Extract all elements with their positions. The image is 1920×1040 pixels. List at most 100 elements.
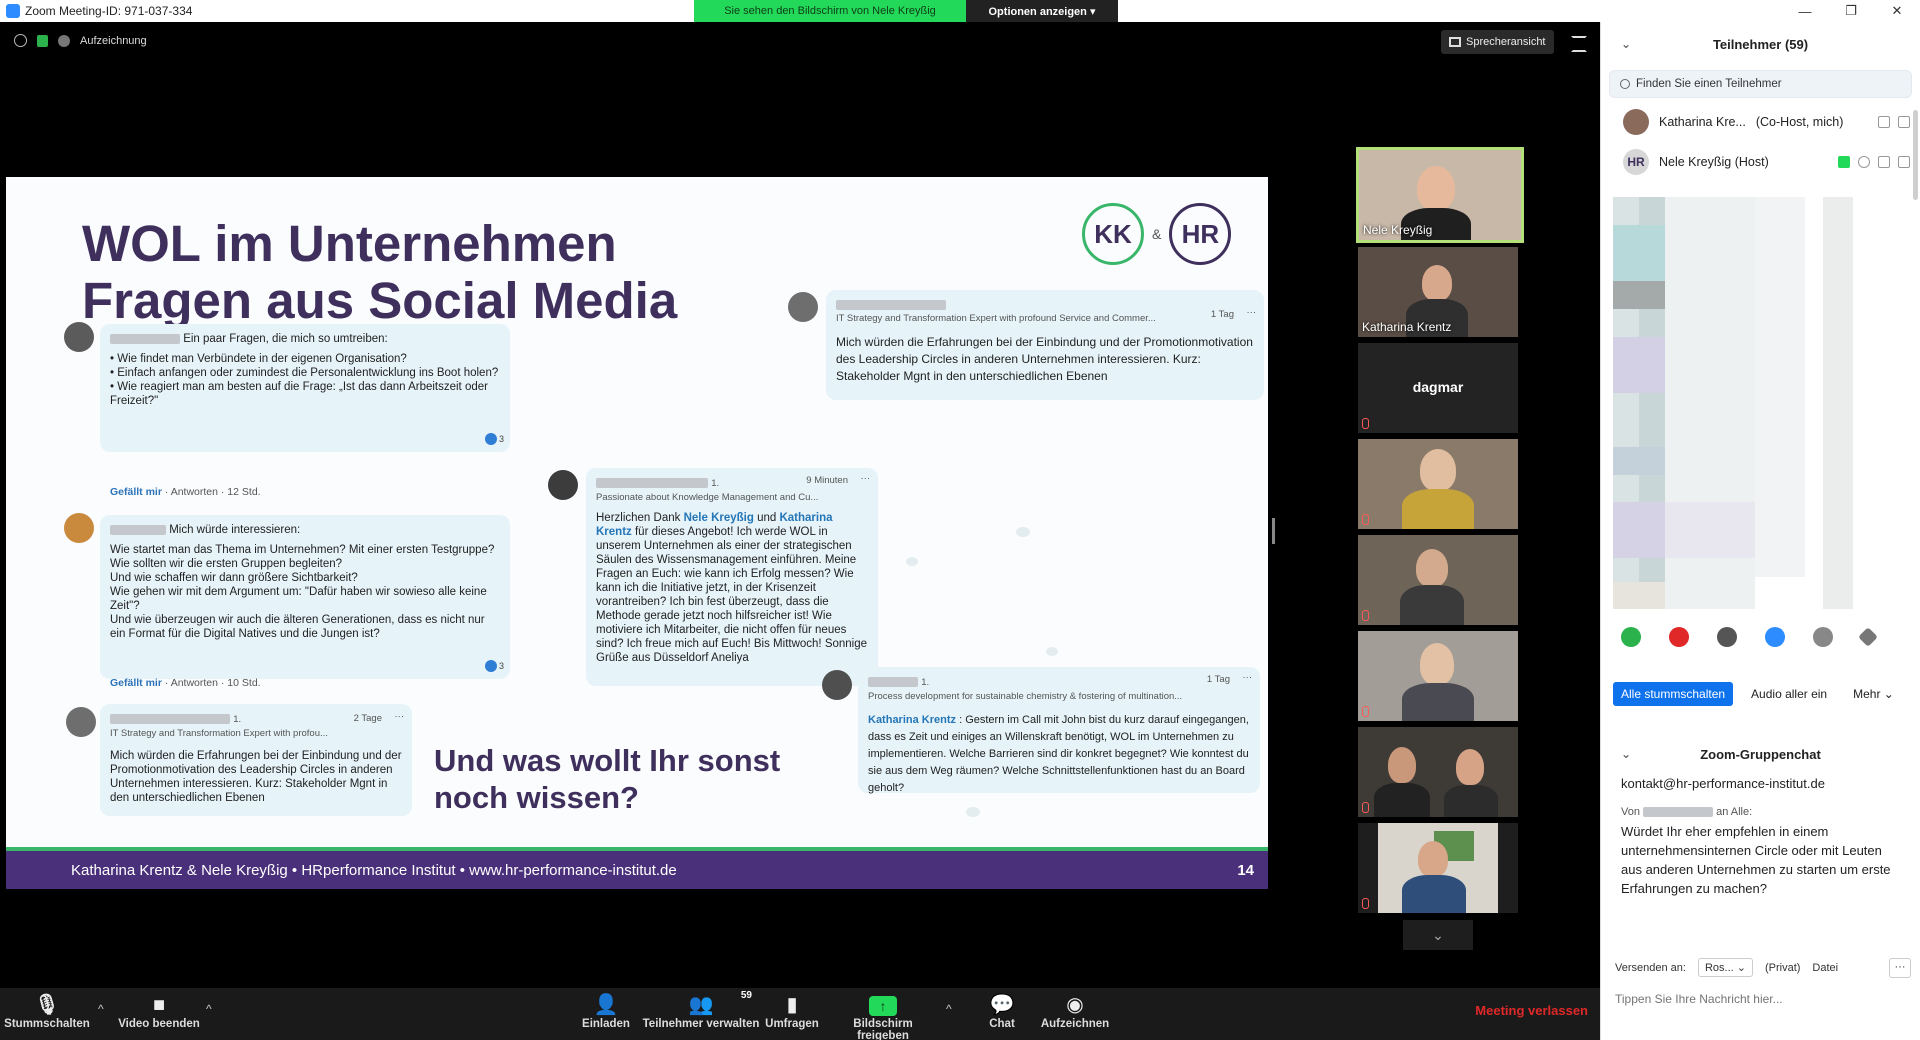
mic-icon[interactable] (1878, 156, 1890, 168)
participant-search[interactable]: Finden Sie einen Teilnehmer (1609, 70, 1912, 98)
recording-icon (58, 34, 70, 47)
like-icon (484, 433, 497, 445)
restore-button[interactable]: ❐ (1828, 3, 1874, 19)
slide-footer: Katharina Krentz & Nele Kreyßig • HRperf… (6, 851, 1268, 889)
tiles-scroll-down-button[interactable]: ⌄ (1403, 920, 1473, 950)
post-5: IT Strategy and Transformation Expert wi… (826, 290, 1264, 400)
mute-button[interactable]: 🎙 Stummschalten (4, 992, 90, 1030)
slide-title-line-2: Fragen aus Social Media (82, 272, 678, 329)
video-tile-participant-5[interactable] (1358, 535, 1518, 625)
mute-all-button[interactable]: Alle stummschalten (1613, 682, 1734, 706)
post-3-avatar (66, 707, 96, 737)
invite-user-icon: 👤 (593, 994, 619, 1016)
stop-video-button[interactable]: ■ Video beenden (114, 992, 204, 1030)
video-options-caret[interactable]: ^ (206, 1002, 212, 1016)
more-feedback-icon[interactable] (1813, 627, 1833, 647)
video-icon[interactable] (1898, 116, 1910, 128)
split-resize-handle[interactable] (1272, 518, 1275, 544)
video-tile-participant-4[interactable] (1358, 439, 1518, 529)
muted-mic-icon (1362, 898, 1369, 909)
slide-title: WOL im Unternehmen Fragen aus Social Med… (82, 215, 677, 329)
clear-feedback-icon[interactable] (1858, 627, 1878, 647)
video-icon[interactable] (1898, 156, 1910, 168)
polls-button[interactable]: ▮ Umfragen (760, 992, 824, 1030)
post-2-author-redacted (110, 524, 166, 535)
more-button[interactable]: Mehr ⌄ (1845, 682, 1902, 706)
view-options-button[interactable]: Optionen anzeigen ▾ (966, 0, 1118, 22)
window-controls: — ❐ ✕ (1600, 0, 1920, 22)
post-1-avatar (64, 322, 94, 352)
send-to-dropdown[interactable]: Ros... ⌄ (1697, 958, 1753, 977)
post-6-author-redacted (868, 676, 918, 687)
video-tile-name: Nele Kreyßig (1363, 223, 1433, 237)
go-slower-icon[interactable] (1717, 627, 1737, 647)
audio-options-caret[interactable]: ^ (98, 1002, 104, 1016)
collapse-chat-icon[interactable]: ⌄ (1621, 747, 1631, 761)
video-tile-katharina[interactable]: Katharina Krentz (1358, 247, 1518, 337)
participant-row-katharina[interactable]: Katharina Kre... (Co-Host, mich) (1601, 102, 1920, 142)
minimize-button[interactable]: — (1782, 4, 1828, 19)
network-node-decoration (1046, 647, 1058, 656)
post-6-time: 1 Tag (1206, 674, 1230, 685)
encryption-lock-icon[interactable] (37, 34, 48, 47)
post-5-avatar (788, 292, 818, 322)
post-4-avatar (548, 470, 578, 500)
chat-sender-redacted (1643, 807, 1714, 818)
unmute-all-button[interactable]: Audio aller ein (1743, 682, 1835, 706)
participants-title: Teilnehmer (59) (1712, 36, 1809, 52)
yes-check-icon[interactable] (1621, 627, 1641, 647)
invite-button[interactable]: 👤 Einladen (578, 992, 634, 1030)
meeting-toolbar: 🎙 Stummschalten ^ ■ Video beenden ^ 👤 Ei… (0, 988, 1600, 1040)
post-6-text: Katharina Krentz : Gestern im Call mit J… (868, 712, 1250, 797)
post-3-more-icon: ··· (394, 711, 405, 722)
participants-panel: ⌄ Teilnehmer (59) Finden Sie einen Teiln… (1600, 22, 1920, 1040)
share-options-caret[interactable]: ^ (946, 1002, 952, 1016)
mic-icon[interactable] (1878, 116, 1890, 128)
slide-logos: KK & HR (1082, 203, 1232, 265)
participant-face (1418, 841, 1448, 877)
info-icon[interactable] (14, 34, 27, 47)
network-node-decoration (906, 557, 918, 566)
post-1: Ein paar Fragen, die mich so umtreiben: … (100, 324, 510, 452)
chat-send-options: Versenden an: Ros... ⌄ (Privat) Datei ··… (1615, 957, 1911, 978)
screen-share-icon (1838, 156, 1850, 168)
post-1-like-link: Gefällt mir (110, 486, 162, 498)
chat-button[interactable]: 💬 Chat (976, 992, 1028, 1030)
share-screen-label: Bildschirm freigeben (853, 1018, 913, 1040)
speaker-view-button[interactable]: Sprecheransicht (1441, 30, 1554, 54)
post-3-time: 2 Tage (353, 713, 382, 724)
close-button[interactable]: ✕ (1874, 3, 1920, 19)
video-camera-icon: ■ (152, 994, 166, 1016)
video-tile-participant-7[interactable] (1358, 727, 1518, 817)
video-tile-participant-6[interactable] (1358, 631, 1518, 721)
participant-list-scrollbar[interactable] (1913, 110, 1918, 200)
chat-more-button[interactable]: ··· (1889, 957, 1911, 978)
go-faster-icon[interactable] (1765, 627, 1785, 647)
video-tile-participant-8[interactable] (1358, 823, 1518, 913)
participant-face (1420, 643, 1454, 685)
video-tile-nele[interactable]: Nele Kreyßig (1356, 147, 1524, 243)
post-6-more-icon: ··· (1242, 672, 1253, 683)
video-tile-dagmar[interactable]: dagmar (1358, 343, 1518, 433)
post-2-lead: Mich würde interessieren: (169, 524, 301, 536)
manage-participants-button[interactable]: 👥 59 Teilnehmer verwalten (640, 990, 762, 1030)
participant-name: Katharina Kre... (1659, 115, 1746, 129)
record-button[interactable]: ◉ Aufzeichnen (1040, 992, 1110, 1030)
record-label: Aufzeichnen (1040, 1018, 1110, 1030)
collapse-participants-icon[interactable]: ⌄ (1621, 37, 1631, 51)
post-6-text-body: : Gestern im Call mit John bist du kurz … (868, 714, 1249, 794)
group-chat-title: Zoom-Gruppenchat (1700, 746, 1821, 762)
fullscreen-icon[interactable] (1571, 36, 1587, 52)
chat-to-label: an Alle: (1716, 806, 1753, 818)
chat-message-input[interactable] (1615, 986, 1911, 1012)
post-4-text-b: und (753, 512, 780, 524)
file-button[interactable]: Datei (1812, 962, 1838, 974)
send-to-label: Versenden an: (1615, 961, 1686, 974)
participant-row-nele[interactable]: HR Nele Kreyßig (Host) (1601, 142, 1920, 182)
post-5-time: 1 Tag (1210, 309, 1234, 320)
participant-body (1402, 875, 1466, 913)
no-cross-icon[interactable] (1669, 627, 1689, 647)
post-4-degree: 1. (711, 478, 720, 489)
leave-meeting-button[interactable]: Meeting verlassen (1475, 1003, 1588, 1018)
share-screen-button[interactable]: ↑ Bildschirm freigeben (826, 992, 940, 1040)
